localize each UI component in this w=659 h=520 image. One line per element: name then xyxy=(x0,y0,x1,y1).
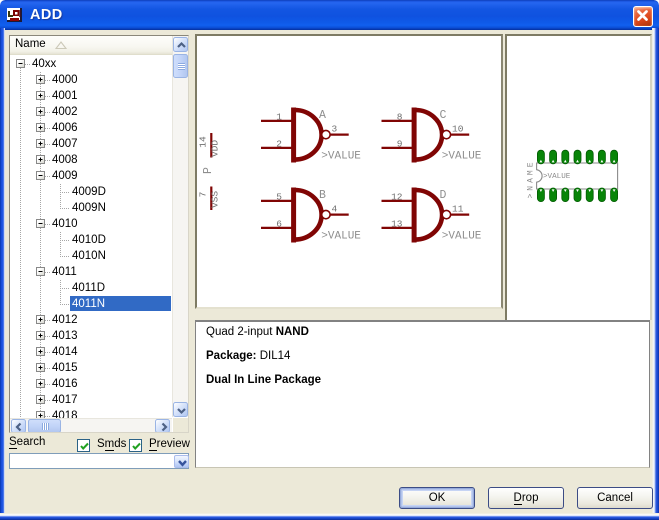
svg-text:>VALUE: >VALUE xyxy=(321,150,361,162)
svg-text:1: 1 xyxy=(276,112,282,123)
svg-text:VDD: VDD xyxy=(210,140,221,157)
svg-text:D: D xyxy=(440,189,447,202)
svg-text:11: 11 xyxy=(452,204,464,215)
svg-text:P: P xyxy=(202,167,215,174)
svg-text:2: 2 xyxy=(276,139,282,150)
svg-text:B: B xyxy=(319,189,326,202)
svg-text:5: 5 xyxy=(276,192,282,203)
svg-text:>VALUE: >VALUE xyxy=(442,150,482,162)
svg-text:4: 4 xyxy=(332,204,338,215)
svg-text:A: A xyxy=(319,109,326,122)
svg-text:13: 13 xyxy=(391,219,403,230)
svg-text:10: 10 xyxy=(452,124,464,135)
svg-text:>VALUE: >VALUE xyxy=(442,230,482,242)
svg-text:>VALUE: >VALUE xyxy=(321,230,361,242)
svg-text:14: 14 xyxy=(198,136,209,148)
svg-text:>NAME: >NAME xyxy=(527,159,536,198)
svg-text:8: 8 xyxy=(397,112,403,123)
svg-text:6: 6 xyxy=(276,219,282,230)
svg-text:7: 7 xyxy=(198,192,209,198)
svg-text:>VALUE: >VALUE xyxy=(543,173,571,181)
svg-text:VSS: VSS xyxy=(210,191,221,208)
svg-text:3: 3 xyxy=(332,124,338,135)
svg-text:12: 12 xyxy=(391,192,403,203)
svg-text:9: 9 xyxy=(397,139,403,150)
svg-text:C: C xyxy=(440,109,447,122)
